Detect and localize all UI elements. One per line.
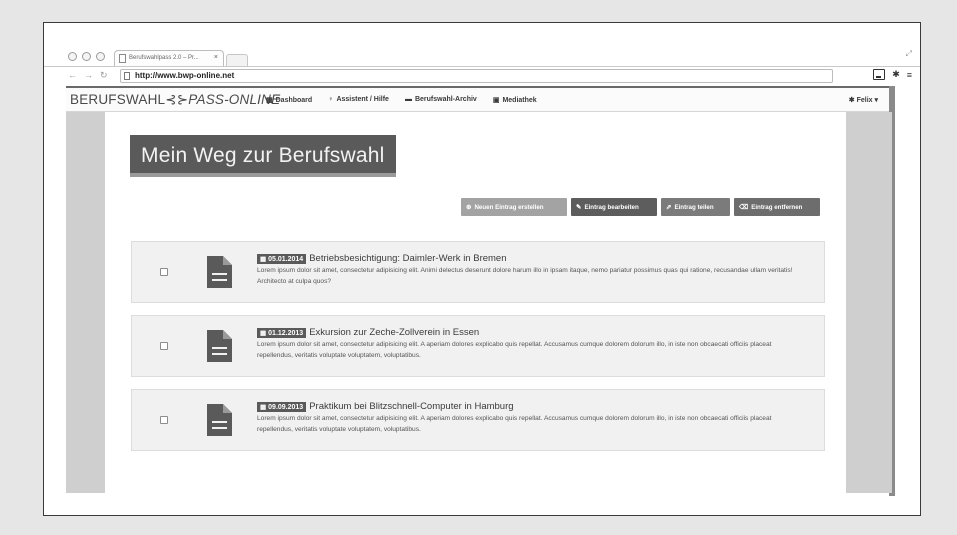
nav-item-label: Dashboard bbox=[275, 97, 313, 104]
back-arrow-icon[interactable]: ← bbox=[68, 70, 77, 81]
entry-title[interactable]: Betriebsbesichtigung: Daimler-Werk in Br… bbox=[309, 253, 506, 264]
close-tab-icon[interactable]: × bbox=[214, 54, 218, 61]
maximize-window-button[interactable] bbox=[96, 52, 105, 61]
lightbulb-icon: ♀ bbox=[328, 96, 334, 103]
plus-circle-icon: ⊕ bbox=[466, 204, 472, 211]
entry-checkbox[interactable] bbox=[160, 268, 168, 276]
page-icon bbox=[124, 72, 130, 80]
navigation-buttons: ← → ↻ bbox=[68, 70, 108, 81]
share-entry-label: Eintrag teilen bbox=[674, 203, 714, 211]
entry-description: Lorem ipsum dolor sit amet, consectetur … bbox=[257, 341, 772, 359]
brand-text-left: BERUFSWAHL bbox=[70, 92, 166, 107]
entry-header: ▦ 09.09.2013 Praktikum bei Blitzschnell-C… bbox=[257, 401, 514, 412]
entry-header: ▦ 05.01.2014 Betriebsbesichtigung: Daimle… bbox=[257, 253, 507, 264]
date-badge: ▦ 05.01.2014 bbox=[257, 253, 307, 264]
entry-date: 09.09.2013 bbox=[268, 403, 304, 411]
entry-header: ▦ 01.12.2013 Exkursion zur Zeche-Zollvere… bbox=[257, 327, 479, 338]
entry-checkbox[interactable] bbox=[160, 342, 168, 350]
browser-window: Berufswahlpass 2.0 – Pr... × ⤢ ← → ↻ htt… bbox=[43, 22, 921, 516]
minimize-window-button[interactable] bbox=[82, 52, 91, 61]
list-item: ▦ 01.12.2013 Exkursion zur Zeche-Zollvere… bbox=[131, 315, 825, 377]
fullscreen-icon[interactable]: ⤢ bbox=[906, 49, 912, 59]
page-icon bbox=[119, 54, 126, 63]
nav-item-assistant[interactable]: ♀ Assistent / Hilfe bbox=[328, 96, 389, 104]
entry-title[interactable]: Exkursion zur Zeche-Zollverein in Essen bbox=[309, 327, 479, 338]
url-field[interactable]: http://www.bwp-online.net bbox=[120, 69, 833, 83]
entry-description: Lorem ipsum dolor sit amet, consectetur … bbox=[257, 415, 772, 433]
nav-item-label: Berufswahl-Archiv bbox=[414, 96, 477, 103]
entry-title[interactable]: Praktikum bei Blitzschnell-Computer in H… bbox=[309, 401, 513, 412]
user-name: Felix bbox=[856, 97, 873, 104]
brand-logo[interactable]: BERUFSWAHL⊰⊱PASS-ONLINE bbox=[70, 92, 280, 108]
calendar-icon: ▦ bbox=[260, 255, 267, 263]
url-text: http://www.bwp-online.net bbox=[135, 71, 235, 80]
nav-item-label: Mediathek bbox=[502, 97, 537, 104]
nav-item-archive[interactable]: ▬ Berufswahl-Archiv bbox=[405, 96, 477, 104]
date-badge: ▦ 09.09.2013 bbox=[257, 401, 307, 412]
entry-date: 01.12.2013 bbox=[268, 329, 304, 337]
document-icon bbox=[207, 404, 232, 436]
address-bar: ← → ↻ http://www.bwp-online.net ✱ ≡ bbox=[44, 66, 920, 86]
date-badge: ▦ 01.12.2013 bbox=[257, 327, 307, 338]
gear-icon[interactable]: ✱ bbox=[892, 69, 900, 80]
user-menu[interactable]: ✱ Felix ▾ bbox=[849, 96, 878, 104]
app-navbar: BERUFSWAHL⊰⊱PASS-ONLINE ▦ Dashboard ♀ Assi… bbox=[66, 86, 892, 112]
nav-item-dashboard[interactable]: ▦ Dashboard bbox=[266, 96, 312, 104]
delete-entry-button[interactable]: ⌫ Eintrag entfernen bbox=[734, 198, 820, 216]
reload-icon[interactable]: ↻ bbox=[100, 70, 108, 81]
entry-date: 05.01.2014 bbox=[268, 255, 304, 263]
trash-icon: ⌫ bbox=[739, 204, 749, 211]
nav-item-label: Assistent / Hilfe bbox=[336, 96, 389, 103]
document-icon bbox=[207, 256, 232, 288]
entry-checkbox[interactable] bbox=[160, 416, 168, 424]
page-title: Mein Weg zur Berufswahl bbox=[130, 135, 396, 177]
forward-arrow-icon[interactable]: → bbox=[84, 70, 93, 81]
entry-description: Lorem ipsum dolor sit amet, consectetur … bbox=[257, 267, 793, 285]
new-entry-button[interactable]: ⊕ Neuen Eintrag erstellen bbox=[461, 198, 567, 216]
window-controls bbox=[68, 52, 105, 61]
brand-link-icon: ⊰⊱ bbox=[165, 92, 189, 107]
browser-tab[interactable]: Berufswahlpass 2.0 – Pr... × bbox=[114, 50, 224, 66]
new-tab-button[interactable] bbox=[226, 54, 248, 66]
print-icon[interactable] bbox=[873, 69, 886, 80]
browser-tab-bar: Berufswahlpass 2.0 – Pr... × ⤢ bbox=[44, 23, 920, 67]
menu-icon[interactable]: ≡ bbox=[907, 70, 912, 80]
entry-toolbar: ⊕ Neuen Eintrag erstellen ✎ Eintrag bearbe… bbox=[461, 198, 820, 216]
main-navigation: ▦ Dashboard ♀ Assistent / Hilfe ▬ Berufswah… bbox=[266, 96, 537, 104]
list-item: ▦ 05.01.2014 Betriebsbesichtigung: Daimle… bbox=[131, 241, 825, 303]
calendar-icon: ▦ bbox=[260, 329, 267, 337]
gear-icon: ✱ bbox=[848, 97, 855, 104]
browser-tab-title: Berufswahlpass 2.0 – Pr... bbox=[129, 55, 199, 61]
edit-icon: ✎ bbox=[576, 204, 582, 211]
caret-down-icon: ▾ bbox=[874, 97, 878, 104]
image-icon: ▣ bbox=[492, 97, 500, 104]
share-icon: ⇗ bbox=[666, 204, 672, 211]
edit-entry-button[interactable]: ✎ Eintrag bearbeiten bbox=[571, 198, 657, 216]
close-window-button[interactable] bbox=[68, 52, 77, 61]
new-entry-label: Neuen Eintrag erstellen bbox=[474, 203, 544, 211]
share-entry-button[interactable]: ⇗ Eintrag teilen bbox=[661, 198, 730, 216]
dashboard-icon: ▦ bbox=[266, 97, 273, 104]
list-item: ▦ 09.09.2013 Praktikum bei Blitzschnell-C… bbox=[131, 389, 825, 451]
folder-icon: ▬ bbox=[404, 96, 412, 103]
document-icon bbox=[207, 330, 232, 362]
nav-item-mediathek[interactable]: ▣ Mediathek bbox=[493, 96, 537, 104]
delete-entry-label: Eintrag entfernen bbox=[751, 203, 803, 211]
calendar-icon: ▦ bbox=[260, 403, 267, 411]
browser-tools: ✱ ≡ bbox=[873, 69, 912, 80]
edit-entry-label: Eintrag bearbeiten bbox=[584, 203, 639, 211]
